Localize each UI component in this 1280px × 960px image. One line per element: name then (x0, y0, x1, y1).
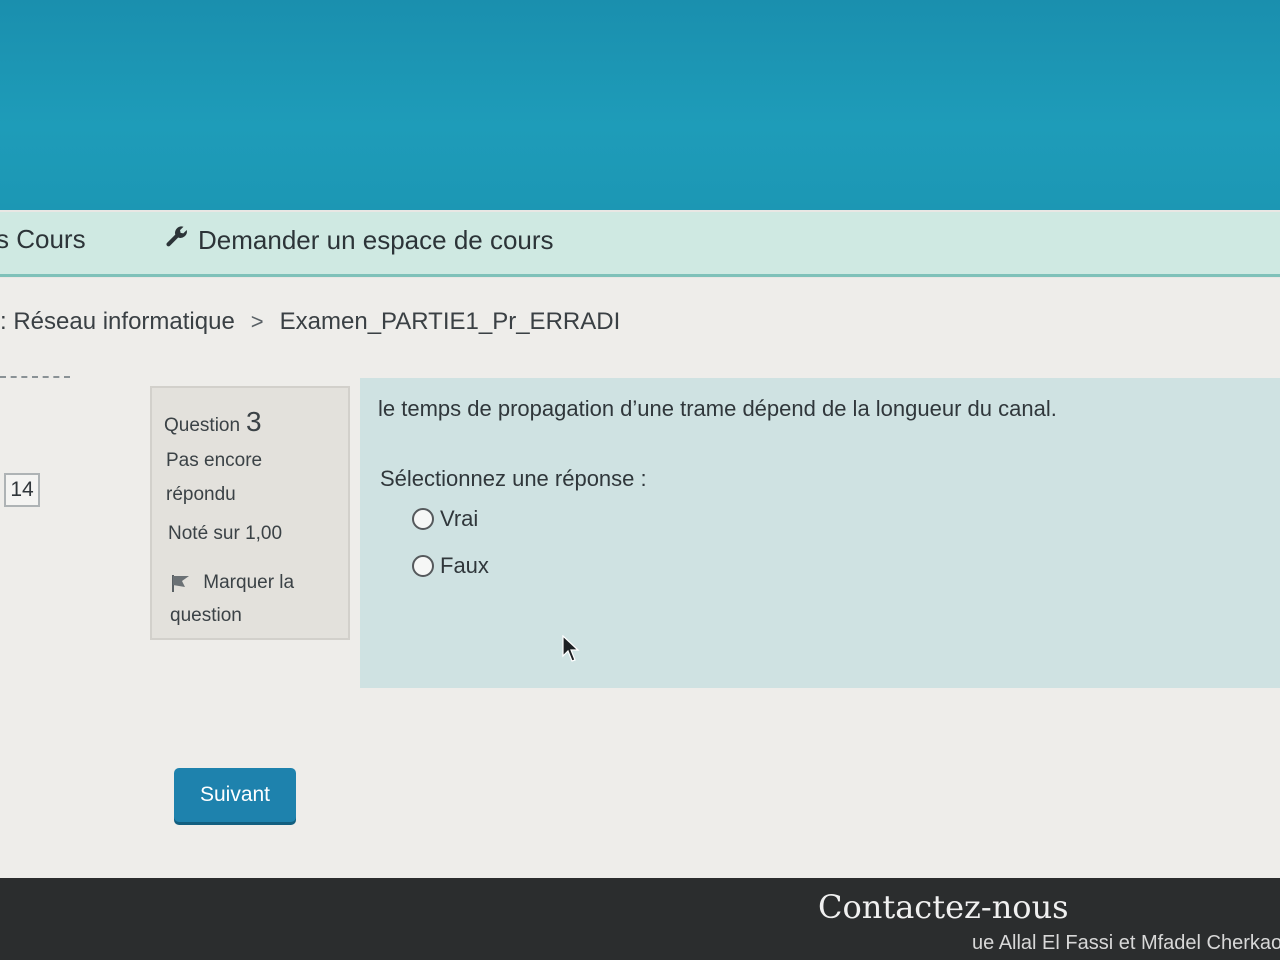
nav-item-cours[interactable]: s Cours (0, 224, 86, 255)
answer-option-faux-label: Faux (440, 553, 489, 578)
question-info-panel: Question 3 Pas encore répondu Noté sur 1,… (150, 386, 350, 640)
breadcrumb-separator: > (250, 309, 264, 334)
answer-option-faux[interactable]: Faux (412, 553, 489, 579)
wrench-icon (164, 224, 190, 257)
top-banner (0, 0, 1280, 210)
nav-item-cours-label: s Cours (0, 224, 86, 254)
flag-question-link[interactable]: Marquer la question (170, 566, 330, 632)
main-navbar: s Cours Demander un espace de cours (0, 212, 1280, 277)
breadcrumb-exam-link[interactable]: Examen_PARTIE1_Pr_ERRADI (280, 308, 621, 336)
radio-button-vrai[interactable] (412, 508, 434, 530)
mouse-cursor-icon (562, 635, 580, 662)
answer-prompt: Sélectionnez une réponse : (380, 466, 647, 491)
question-label: Question (164, 415, 241, 436)
footer-contact-title: Contactez-nous (818, 888, 1069, 926)
footer-address: ue Allal El Fassi et Mfadel Cherkaou (972, 932, 1280, 954)
nav-item-request-label: Demander un espace de cours (198, 225, 554, 255)
quiz-nav-question-button[interactable]: 14 (4, 473, 40, 507)
question-number: 3 (246, 406, 262, 437)
question-grade: Noté sur 1,00 (168, 523, 283, 544)
quiz-nav-number: 14 (10, 478, 34, 501)
divider (0, 376, 70, 378)
radio-button-faux[interactable] (412, 555, 434, 577)
question-content-panel: le temps de propagation d’une trame dépe… (360, 378, 1280, 688)
question-number-heading: Question 3 (164, 406, 262, 438)
breadcrumb-course-link[interactable]: : Réseau informatique (0, 308, 235, 336)
next-button[interactable]: Suivant (174, 768, 296, 822)
answer-option-vrai[interactable]: Vrai (412, 506, 478, 532)
answer-option-vrai-label: Vrai (440, 506, 479, 531)
nav-item-request-course-space[interactable]: Demander un espace de cours (164, 224, 554, 257)
flag-icon (170, 572, 203, 593)
question-text: le temps de propagation d’une trame dépe… (378, 396, 1057, 421)
question-state: Pas encore répondu (166, 450, 263, 505)
breadcrumb: : Réseau informatique > Examen_PARTIE1_P… (0, 308, 620, 336)
